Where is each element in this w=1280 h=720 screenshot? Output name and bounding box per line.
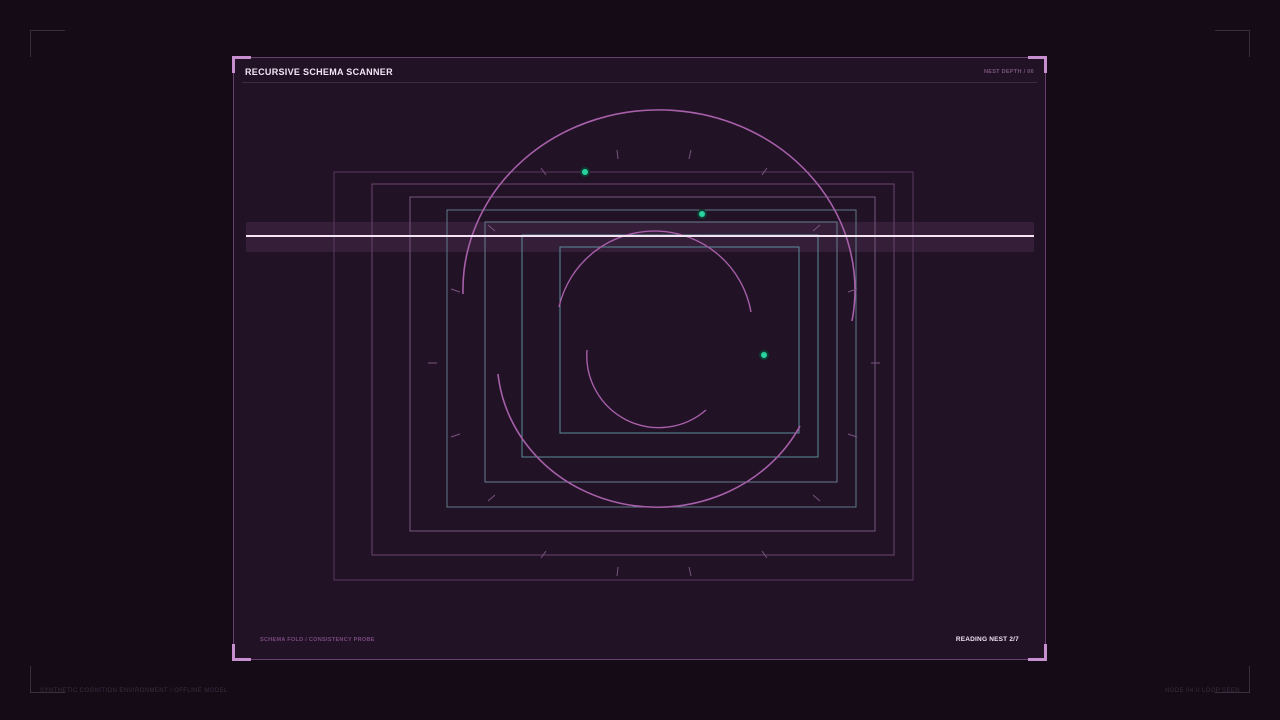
scan-line: [246, 235, 1034, 237]
inner-upper-arc: [558, 230, 752, 313]
lower-scan-arc: [497, 373, 801, 509]
nest-frame-5: [484, 221, 838, 483]
nest-frame-2: [371, 183, 895, 556]
probe-nodes: [580, 167, 769, 360]
nest-frame-4: [446, 209, 857, 508]
probe-node: [699, 211, 705, 217]
nest-frame-1: [333, 171, 914, 581]
probe-node: [582, 169, 588, 175]
probe-node: [761, 352, 767, 358]
nest-frame-6: [521, 234, 819, 458]
ring-ticks: [428, 149, 880, 577]
inner-lower-arc: [586, 349, 707, 429]
nest-frame-7: [559, 246, 800, 434]
recursive-nest-visualization: [246, 109, 1034, 581]
